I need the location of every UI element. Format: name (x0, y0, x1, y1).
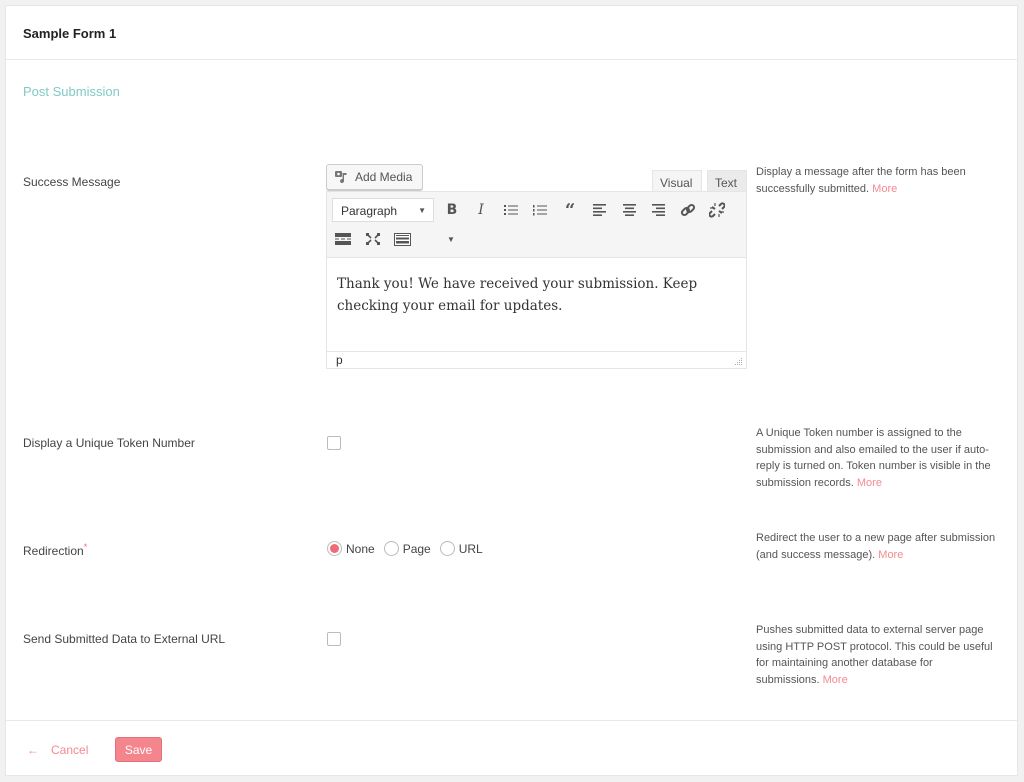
editor-toolbar: Paragraph ▼ B I “ ▼ (327, 192, 746, 258)
media-icon (335, 171, 347, 184)
read-more-icon[interactable] (332, 228, 354, 250)
resize-handle-icon[interactable] (735, 358, 743, 366)
numbered-list-icon[interactable] (529, 199, 551, 221)
bold-icon[interactable]: B (441, 199, 463, 221)
more-link[interactable]: More (872, 183, 897, 195)
help-text: Pushes submitted data to external server… (756, 624, 993, 686)
align-center-icon[interactable] (618, 199, 640, 221)
redirection-help: Redirect the user to a new page after su… (756, 530, 996, 563)
radio-button[interactable] (383, 541, 399, 556)
cancel-label: Cancel (51, 743, 89, 757)
format-select[interactable]: Paragraph ▼ (332, 198, 434, 222)
more-link[interactable]: More (878, 549, 903, 561)
more-link[interactable]: More (823, 674, 848, 686)
redirection-label-text: Redirection (23, 544, 84, 558)
align-right-icon[interactable] (647, 199, 669, 221)
help-text: Redirect the user to a new page after su… (756, 532, 996, 561)
section-title: Post Submission (23, 84, 120, 99)
external-url-label: Send Submitted Data to External URL (23, 632, 226, 646)
radio-url[interactable]: URL (439, 541, 483, 556)
cancel-button[interactable]: ← Cancel (27, 743, 88, 757)
radio-label: URL (458, 541, 483, 556)
required-mark: * (83, 542, 88, 552)
bulleted-list-icon[interactable] (500, 199, 522, 221)
form-title: Sample Form 1 (23, 26, 117, 41)
more-dropdown-icon[interactable]: ▼ (440, 228, 462, 250)
tab-visual[interactable]: Visual (652, 170, 702, 191)
radio-page[interactable]: Page (383, 541, 431, 556)
radio-button[interactable] (439, 541, 455, 556)
editor-status-path: p (327, 351, 746, 368)
add-media-label: Add Media (355, 170, 413, 184)
redirection-label: Redirection* (23, 542, 88, 558)
more-link[interactable]: More (857, 477, 882, 489)
radio-none[interactable]: None (327, 541, 375, 556)
form-settings-card: Sample Form 1 Post Submission Success Me… (5, 5, 1018, 776)
external-url-help: Pushes submitted data to external server… (756, 622, 996, 688)
radio-button[interactable] (327, 541, 342, 556)
success-message-help: Display a message after the form has bee… (756, 164, 996, 197)
arrow-left-icon: ← (27, 743, 39, 757)
success-message-label: Success Message (23, 175, 121, 189)
card-header: Sample Form 1 (6, 6, 1017, 60)
external-url-checkbox[interactable] (327, 632, 341, 646)
unique-token-label: Display a Unique Token Number (23, 436, 195, 450)
card-footer: ← Cancel Save (6, 720, 1017, 776)
help-text: Display a message after the form has bee… (756, 166, 966, 195)
italic-icon[interactable]: I (470, 199, 492, 221)
chevron-down-icon: ▼ (418, 206, 426, 215)
add-media-button[interactable]: Add Media (326, 164, 423, 190)
tab-text[interactable]: Text (707, 170, 747, 191)
format-select-value: Paragraph (341, 204, 398, 218)
unique-token-help: A Unique Token number is assigned to the… (756, 425, 996, 491)
keyboard-toolbar-toggle-icon[interactable] (391, 228, 413, 250)
unlink-icon[interactable] (706, 199, 728, 221)
fullscreen-icon[interactable] (362, 228, 384, 250)
radio-label: None (346, 541, 375, 556)
radio-label: Page (402, 541, 431, 556)
element-path: p (336, 353, 343, 367)
blockquote-icon[interactable]: “ (559, 199, 581, 221)
redirection-radio-group: None Page URL (327, 541, 492, 556)
editor-content[interactable]: Thank you! We have received your submiss… (327, 258, 746, 351)
align-left-icon[interactable] (588, 199, 610, 221)
link-icon[interactable] (677, 199, 699, 221)
unique-token-checkbox[interactable] (327, 436, 341, 450)
save-button[interactable]: Save (115, 737, 162, 762)
success-message-editor: Paragraph ▼ B I “ ▼ Thank you! We have r… (326, 191, 747, 369)
